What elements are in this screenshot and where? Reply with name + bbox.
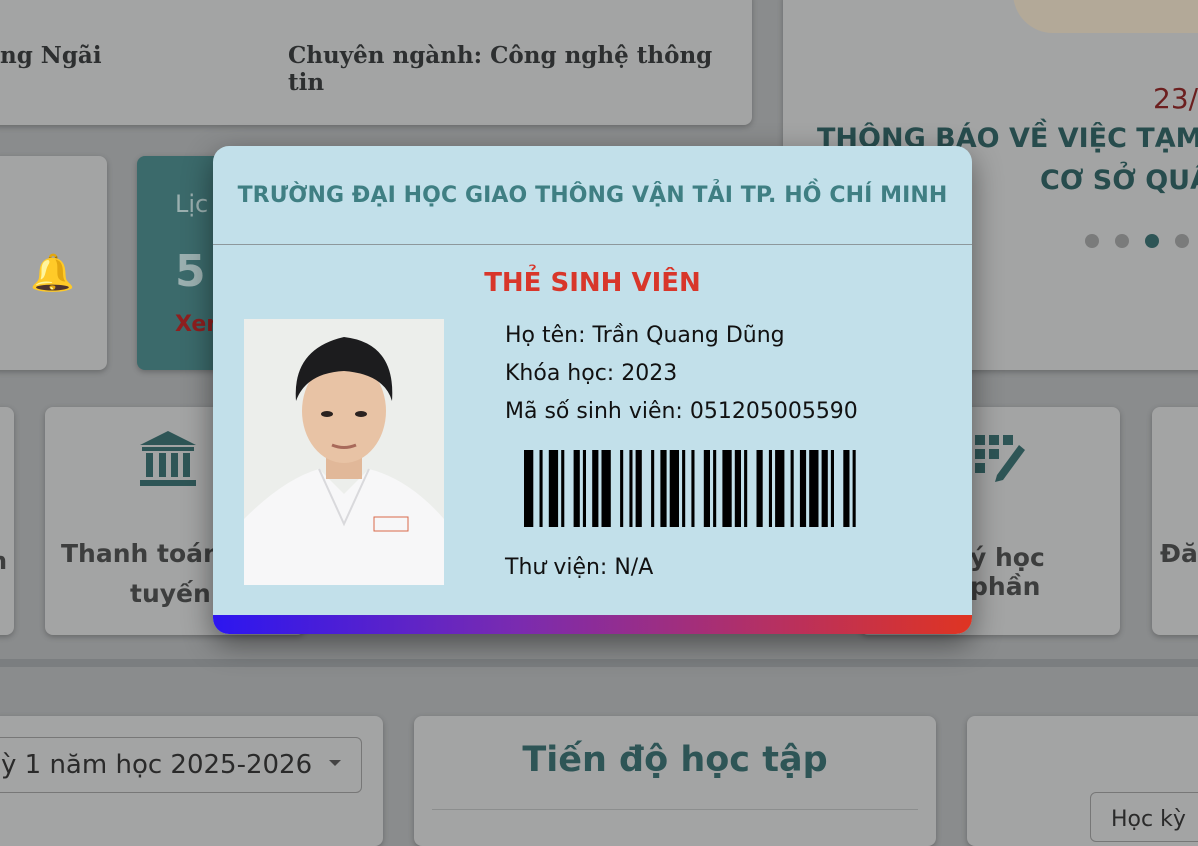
barcode-bar [582, 450, 586, 527]
barcode-bar [539, 450, 543, 527]
student-id: Mã số sinh viên: 051205005590 [505, 399, 858, 424]
barcode-bar [756, 450, 763, 527]
barcode-bar [734, 450, 741, 527]
barcode-bar [651, 450, 655, 527]
barcode-bar [713, 450, 717, 527]
student-card-modal: TRƯỜNG ĐẠI HỌC GIAO THÔNG VẬN TẢI TP. HỒ… [213, 146, 972, 634]
barcode-bar [790, 450, 794, 527]
barcode-bar [843, 450, 850, 527]
barcode-bar [809, 450, 819, 527]
school-name: TRƯỜNG ĐẠI HỌC GIAO THÔNG VẬN TẢI TP. HỒ… [237, 182, 948, 208]
barcode-bar [799, 450, 807, 527]
barcode-bar [669, 450, 679, 527]
barcode-bar [573, 450, 580, 527]
barcode-bar [592, 450, 599, 527]
barcode-bar [852, 450, 856, 527]
barcode-bar [768, 450, 772, 527]
barcode-bar [601, 450, 611, 527]
card-gradient-bar [213, 615, 972, 634]
barcode-bar [629, 450, 633, 527]
barcode-bar [561, 450, 565, 527]
barcode-bar [682, 450, 686, 527]
barcode-bar [830, 450, 834, 527]
barcode-bar [744, 450, 748, 527]
student-name: Họ tên: Trần Quang Dũng [505, 323, 785, 348]
barcode-bar [524, 450, 534, 527]
barcode-bar [635, 450, 642, 527]
barcode-bar [691, 450, 695, 527]
student-library: Thư viện: N/A [505, 555, 654, 580]
barcode-bar [703, 450, 710, 527]
barcode-bar [722, 450, 732, 527]
student-id-barcode [524, 450, 856, 527]
barcode-bar [775, 450, 785, 527]
barcode-bar [660, 450, 667, 527]
barcode-bar [548, 450, 559, 527]
card-header: TRƯỜNG ĐẠI HỌC GIAO THÔNG VẬN TẢI TP. HỒ… [213, 146, 972, 245]
student-photo [244, 319, 444, 585]
student-course: Khóa học: 2023 [505, 361, 678, 386]
card-title: THẺ SINH VIÊN [484, 268, 701, 298]
barcode-bar [620, 450, 624, 527]
barcode-bar [821, 450, 828, 527]
